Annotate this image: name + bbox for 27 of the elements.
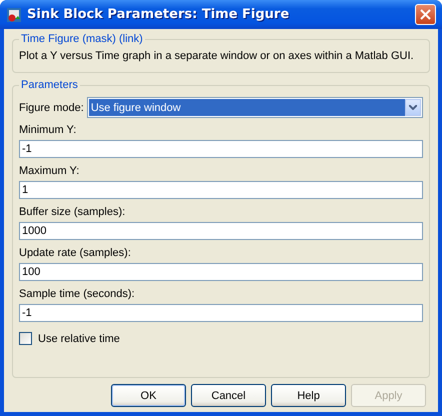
input-field[interactable]: -1: [19, 140, 423, 158]
input-field[interactable]: 1: [19, 181, 423, 199]
group-title: Parameters: [20, 79, 79, 91]
chevron-down-icon: [409, 105, 417, 110]
dialog-button[interactable]: Cancel: [191, 384, 266, 407]
dropdown-value: Use figure window: [88, 99, 405, 116]
checkbox-label: Use relative time: [38, 332, 120, 344]
field-label: Update rate (samples):: [19, 246, 132, 259]
input-field[interactable]: 1000: [19, 222, 423, 240]
dialog-button[interactable]: OK: [111, 384, 186, 407]
close-icon: [420, 9, 431, 20]
input-field[interactable]: -1: [19, 304, 423, 322]
figure-mode-dropdown[interactable]: Use figure window: [86, 97, 423, 118]
input-field[interactable]: 100: [19, 263, 423, 281]
field-label: Buffer size (samples):: [19, 205, 126, 218]
block-description: Plot a Y versus Time graph in a separate window or on axes within a Matlab GUI.: [19, 49, 415, 64]
dropdown-arrow-button[interactable]: [405, 99, 421, 116]
close-button[interactable]: [415, 4, 436, 25]
simulink-block-icon: [6, 6, 22, 22]
dialog-button[interactable]: Help: [271, 384, 346, 407]
field-label: Maximum Y:: [19, 164, 80, 177]
checkbox[interactable]: [19, 332, 32, 345]
window-title: Sink Block Parameters: Time Figure: [27, 7, 290, 22]
field-label: Minimum Y:: [19, 123, 78, 136]
field-label: Figure mode:: [19, 102, 84, 114]
field-label: Sample time (seconds):: [19, 287, 136, 300]
group-title: Time Figure (mask) (link): [20, 33, 144, 45]
